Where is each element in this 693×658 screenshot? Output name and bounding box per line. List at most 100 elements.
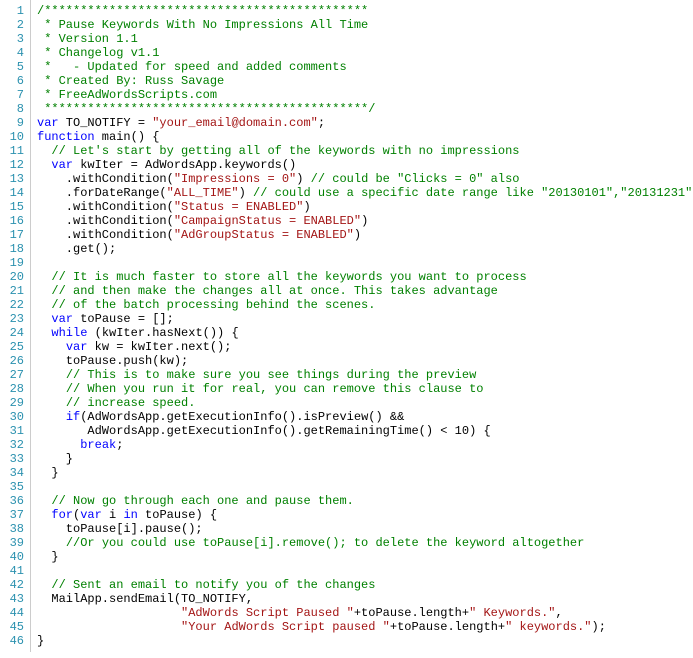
code-token-kw: in <box>123 508 137 522</box>
code-token-pln <box>37 256 59 270</box>
code-token-pln: .forDateRange( <box>37 186 167 200</box>
line-number: 28 <box>0 382 24 396</box>
code-line: // of the batch processing behind the sc… <box>37 298 693 312</box>
code-line: } <box>37 550 693 564</box>
code-line: .withCondition("Status = ENABLED") <box>37 200 693 214</box>
code-line: var kw = kwIter.next(); <box>37 340 693 354</box>
line-number: 43 <box>0 592 24 606</box>
line-number: 40 <box>0 550 24 564</box>
code-line: } <box>37 634 693 648</box>
code-line: AdWordsApp.getExecutionInfo().getRemaini… <box>37 424 693 438</box>
code-token-pln <box>37 158 51 172</box>
code-line: // It is much faster to store all the ke… <box>37 270 693 284</box>
line-number: 39 <box>0 536 24 550</box>
code-token-pln: toPause) { <box>138 508 217 522</box>
code-token-pln: , <box>556 606 563 620</box>
code-token-pln <box>37 508 51 522</box>
code-line: } <box>37 466 693 480</box>
line-number: 24 <box>0 326 24 340</box>
code-token-kw: if <box>66 410 80 424</box>
code-token-pln: TO_NOTIFY = <box>59 116 153 130</box>
line-number: 7 <box>0 88 24 102</box>
line-number: 9 <box>0 116 24 130</box>
code-token-pln: ) <box>239 186 253 200</box>
code-line: .withCondition("AdGroupStatus = ENABLED"… <box>37 228 693 242</box>
code-token-pln: (AdWordsApp.getExecutionInfo().isPreview… <box>80 410 404 424</box>
code-line: .withCondition("Impressions = 0") // cou… <box>37 172 693 186</box>
code-token-pln: .withCondition( <box>37 228 174 242</box>
line-number: 21 <box>0 284 24 298</box>
code-token-pln: ) <box>361 214 368 228</box>
code-token-pln: } <box>37 550 59 564</box>
code-token-pln: ) <box>303 200 310 214</box>
code-token-cmt: // increase speed. <box>66 396 196 410</box>
line-number: 26 <box>0 354 24 368</box>
code-token-pln <box>37 270 51 284</box>
code-token-cmt: // When you run it for real, you can rem… <box>66 382 484 396</box>
code-line: for(var i in toPause) { <box>37 508 693 522</box>
code-line: } <box>37 452 693 466</box>
code-token-kw: break <box>80 438 116 452</box>
line-number: 38 <box>0 522 24 536</box>
code-token-cmt: * Pause Keywords With No Impressions All… <box>37 18 368 32</box>
code-token-pln <box>37 382 66 396</box>
code-token-str: "ALL_TIME" <box>167 186 239 200</box>
code-token-pln <box>37 298 51 312</box>
code-token-str: "Your AdWords Script paused " <box>181 620 390 634</box>
code-token-pln <box>37 144 51 158</box>
code-token-pln: .withCondition( <box>37 200 174 214</box>
code-line: var TO_NOTIFY = "your_email@domain.com"; <box>37 116 693 130</box>
code-line: MailApp.sendEmail(TO_NOTIFY, <box>37 592 693 606</box>
code-area: /***************************************… <box>31 0 693 652</box>
line-number: 45 <box>0 620 24 634</box>
code-token-pln: } <box>37 466 59 480</box>
line-number: 15 <box>0 200 24 214</box>
code-token-str: "Impressions = 0" <box>174 172 296 186</box>
code-token-pln <box>37 494 51 508</box>
line-number: 30 <box>0 410 24 424</box>
code-line <box>37 256 693 270</box>
code-line: // Now go through each one and pause the… <box>37 494 693 508</box>
code-token-pln <box>37 620 181 634</box>
code-token-pln: ) <box>354 228 361 242</box>
code-token-cmt: * Version 1.1 <box>37 32 138 46</box>
line-number: 46 <box>0 634 24 648</box>
line-number: 3 <box>0 32 24 46</box>
code-line: "Your AdWords Script paused "+toPause.le… <box>37 620 693 634</box>
code-container: 1234567891011121314151617181920212223242… <box>0 0 693 652</box>
line-number: 44 <box>0 606 24 620</box>
code-token-kw: var <box>37 116 59 130</box>
code-token-pln: +toPause.length+ <box>390 620 505 634</box>
line-number: 27 <box>0 368 24 382</box>
code-token-cmt: // It is much faster to store all the ke… <box>51 270 526 284</box>
code-line <box>37 480 693 494</box>
code-token-str: " Keywords." <box>469 606 555 620</box>
code-token-pln: toPause[i].pause(); <box>37 522 203 536</box>
code-token-cmt: * - Updated for speed and added comments <box>37 60 347 74</box>
code-line: * - Updated for speed and added comments <box>37 60 693 74</box>
code-token-cmt: // Sent an email to notify you of the ch… <box>51 578 375 592</box>
code-token-pln <box>37 340 66 354</box>
code-line: * FreeAdWordsScripts.com <box>37 88 693 102</box>
line-number: 4 <box>0 46 24 60</box>
code-line: function main() { <box>37 130 693 144</box>
code-token-pln <box>37 564 59 578</box>
code-token-cmt: // could be "Clicks = 0" also <box>311 172 520 186</box>
line-number: 10 <box>0 130 24 144</box>
line-number: 35 <box>0 480 24 494</box>
code-token-str: "AdGroupStatus = ENABLED" <box>174 228 354 242</box>
code-token-str: "your_email@domain.com" <box>152 116 318 130</box>
code-token-pln: MailApp.sendEmail(TO_NOTIFY, <box>37 592 253 606</box>
code-token-pln: +toPause.length+ <box>354 606 469 620</box>
code-token-pln: } <box>37 452 73 466</box>
code-token-pln: .withCondition( <box>37 172 174 186</box>
line-number: 8 <box>0 102 24 116</box>
code-token-cmt: // This is to make sure you see things d… <box>66 368 476 382</box>
code-token-pln <box>37 438 80 452</box>
code-token-kw: var <box>51 158 73 172</box>
code-token-pln <box>37 326 51 340</box>
line-number: 32 <box>0 438 24 452</box>
line-number: 17 <box>0 228 24 242</box>
code-line: var toPause = []; <box>37 312 693 326</box>
code-line: var kwIter = AdWordsApp.keywords() <box>37 158 693 172</box>
